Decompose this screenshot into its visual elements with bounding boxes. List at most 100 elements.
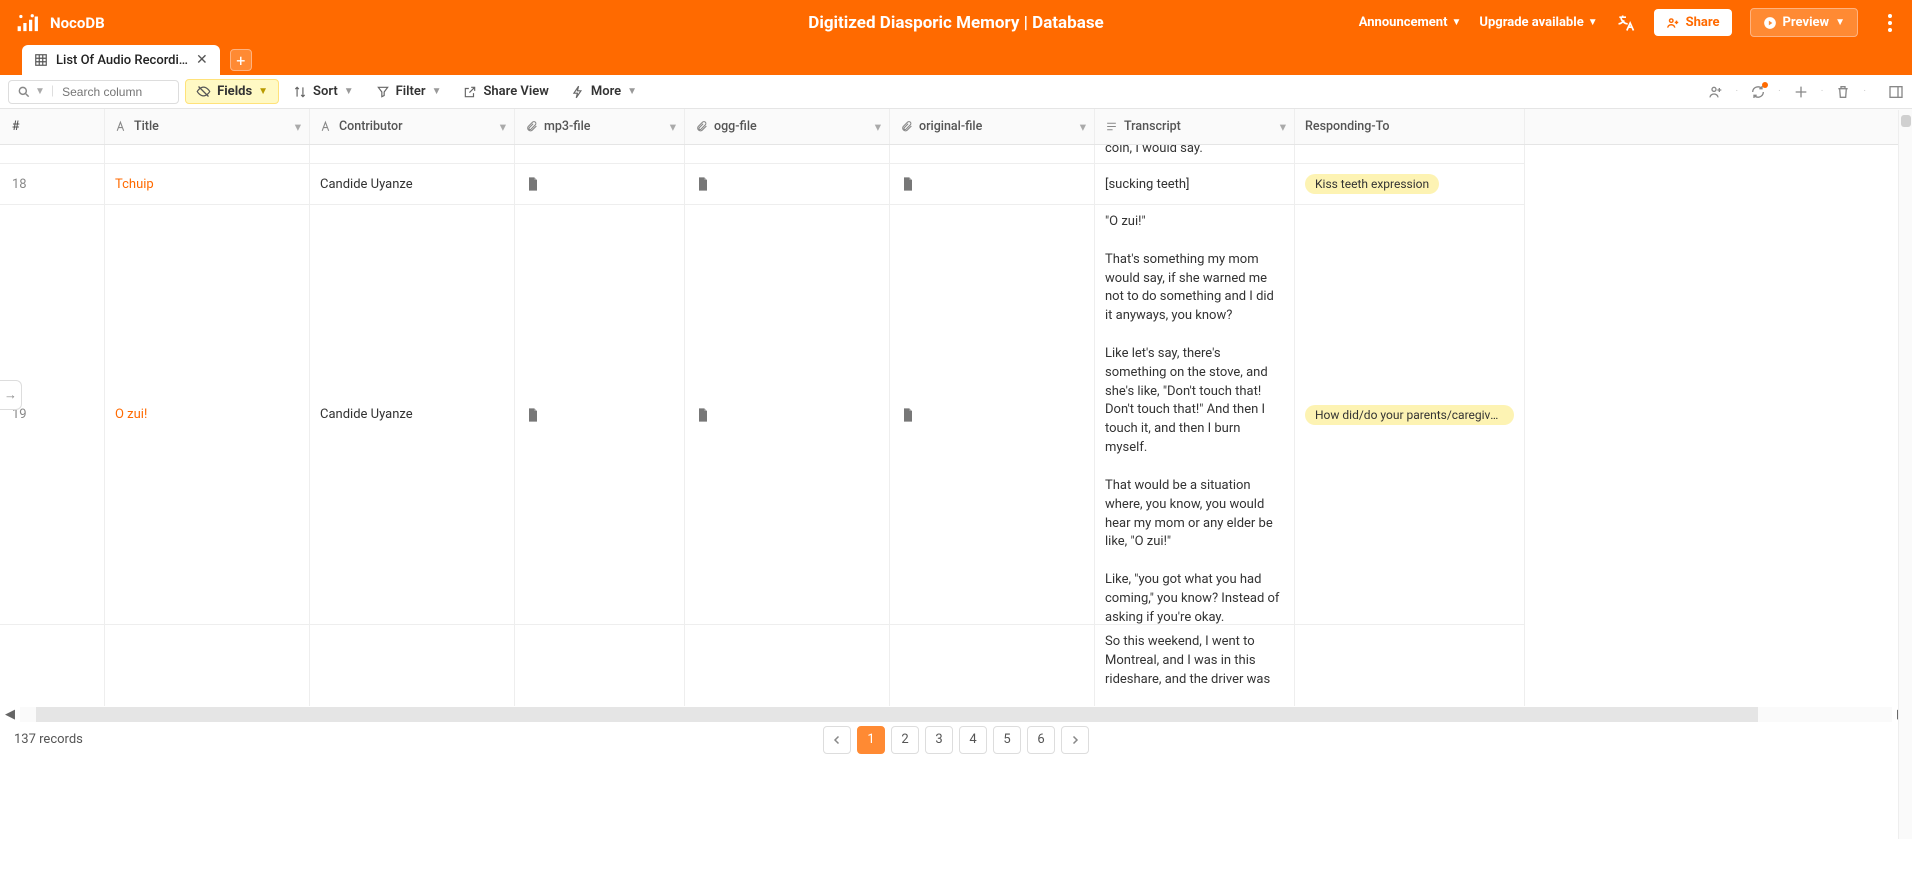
horizontal-scrollbar[interactable]: ◀ ▶ <box>0 706 1912 722</box>
contributor-cell[interactable]: Candide Uyanze <box>310 205 515 625</box>
close-tab-icon[interactable]: ✕ <box>196 52 208 68</box>
header-mp3-file[interactable]: mp3-file▾ <box>515 109 685 144</box>
mp3-cell[interactable] <box>515 205 685 625</box>
prev-page-button[interactable] <box>823 726 851 754</box>
page-3-button[interactable]: 3 <box>925 726 953 754</box>
mp3-cell[interactable] <box>515 164 685 205</box>
tag-pill: How did/do your parents/caregivers/a… <box>1305 405 1514 425</box>
filter-icon <box>376 85 390 99</box>
header-title[interactable]: Title▾ <box>105 109 310 144</box>
expand-sidebar-button[interactable]: → <box>0 380 22 410</box>
search-icon[interactable] <box>17 85 31 99</box>
search-scope-dropdown[interactable]: ▼ <box>35 86 45 97</box>
pagination: 1 2 3 4 5 6 <box>823 726 1089 754</box>
original-cell[interactable] <box>890 164 1095 205</box>
footer-bar: 137 records 1 2 3 4 5 6 <box>0 722 1912 757</box>
external-link-icon <box>463 85 477 99</box>
chevron-down-icon[interactable]: ▾ <box>500 119 506 135</box>
database-title: Digitized Diasporic Memory | Database <box>808 13 1103 33</box>
tag-pill: Kiss teeth expression <box>1305 174 1439 194</box>
attachment-icon <box>900 120 913 133</box>
more-options-icon[interactable] <box>1884 14 1896 32</box>
responding-cell[interactable]: How did/do your parents/caregivers/a… <box>1295 205 1525 625</box>
attachment-icon <box>695 120 708 133</box>
header-transcript[interactable]: Transcript▾ <box>1095 109 1295 144</box>
chevron-down-icon[interactable]: ▾ <box>295 119 301 135</box>
preview-button[interactable]: Preview▼ <box>1750 8 1858 37</box>
filter-button[interactable]: Filter▼ <box>368 80 450 103</box>
eye-off-icon <box>196 84 211 99</box>
users-icon[interactable] <box>1708 84 1724 100</box>
sort-button[interactable]: Sort▼ <box>285 80 362 103</box>
header-responding-to[interactable]: Responding-To <box>1295 109 1525 144</box>
column-header-row: # Title▾ Contributor▾ mp3-file▾ ogg-file… <box>0 109 1912 145</box>
chevron-down-icon[interactable]: ▾ <box>1280 119 1286 135</box>
longtext-icon <box>1105 120 1118 133</box>
scroll-left-icon[interactable]: ◀ <box>0 707 20 722</box>
chevron-down-icon[interactable]: ▾ <box>1080 119 1086 135</box>
file-icon <box>525 405 541 425</box>
table-row[interactable]: coin, I would say. <box>0 145 1525 164</box>
file-icon <box>695 405 711 425</box>
upgrade-menu[interactable]: Upgrade available▼ <box>1479 15 1597 30</box>
add-row-icon[interactable] <box>1793 84 1809 100</box>
tab-title: List Of Audio Recordi… <box>56 53 188 68</box>
table-row[interactable]: 18 Tchuip Candide Uyanze [sucking teeth]… <box>0 164 1525 205</box>
title-cell[interactable]: O zui! <box>105 205 310 625</box>
text-type-icon <box>320 120 333 133</box>
delete-icon[interactable] <box>1835 84 1851 100</box>
brand-name: NocoDB <box>50 14 105 32</box>
contributor-cell[interactable]: Candide Uyanze <box>310 164 515 205</box>
file-icon <box>900 405 916 425</box>
transcript-cell[interactable]: [sucking teeth] <box>1095 164 1295 205</box>
transcript-cell[interactable]: "O zui!" That's something my mom would s… <box>1095 205 1295 625</box>
transcript-cell[interactable]: So this weekend, I went to Montreal, and… <box>1095 625 1295 706</box>
tab-audio-recordings[interactable]: List Of Audio Recordi… ✕ <box>22 45 220 75</box>
chevron-down-icon[interactable]: ▾ <box>875 119 881 135</box>
ogg-cell[interactable] <box>685 164 890 205</box>
brand-group: NocoDB <box>16 12 105 34</box>
page-5-button[interactable]: 5 <box>993 726 1021 754</box>
tab-strip: List Of Audio Recordi… ✕ + <box>0 45 1912 75</box>
file-icon <box>695 174 711 194</box>
ogg-cell[interactable] <box>685 205 890 625</box>
share-button[interactable]: Share <box>1654 9 1732 36</box>
fields-button[interactable]: Fields▼ <box>185 79 279 104</box>
translate-icon[interactable] <box>1616 13 1636 33</box>
announcement-menu[interactable]: Announcement▼ <box>1359 15 1462 30</box>
transcript-cell[interactable]: coin, I would say. <box>1095 145 1295 164</box>
nocodb-logo <box>16 12 42 34</box>
responding-cell[interactable]: Kiss teeth expression <box>1295 164 1525 205</box>
table-row[interactable]: 19 O zui! Candide Uyanze "O zui!" That's… <box>0 205 1525 625</box>
row-number[interactable]: 19 <box>0 205 105 625</box>
text-type-icon <box>115 120 128 133</box>
search-input[interactable] <box>60 83 170 101</box>
row-number[interactable]: 18 <box>0 164 105 205</box>
next-page-button[interactable] <box>1061 726 1089 754</box>
page-2-button[interactable]: 2 <box>891 726 919 754</box>
record-count: 137 records <box>14 732 83 747</box>
reload-icon[interactable] <box>1750 84 1766 100</box>
column-search: ▼ | <box>8 80 179 104</box>
header-row-number[interactable]: # <box>0 109 105 144</box>
more-menu-button[interactable]: More▼ <box>563 80 645 103</box>
title-cell[interactable]: Tchuip <box>105 164 310 205</box>
add-tab-button[interactable]: + <box>230 49 252 71</box>
view-toolbar: ▼ | Fields▼ Sort▼ Filter▼ Share View Mor… <box>0 75 1912 109</box>
header-contributor[interactable]: Contributor▾ <box>310 109 515 144</box>
page-4-button[interactable]: 4 <box>959 726 987 754</box>
toggle-sidebar-icon[interactable] <box>1888 84 1904 100</box>
table-row[interactable]: So this weekend, I went to Montreal, and… <box>0 625 1525 706</box>
sort-icon <box>293 85 307 99</box>
attachment-icon <box>525 120 538 133</box>
chevron-down-icon[interactable]: ▾ <box>670 119 676 135</box>
share-view-button[interactable]: Share View <box>455 80 556 103</box>
header-ogg-file[interactable]: ogg-file▾ <box>685 109 890 144</box>
page-6-button[interactable]: 6 <box>1027 726 1055 754</box>
top-navigation-bar: NocoDB Digitized Diasporic Memory | Data… <box>0 0 1912 45</box>
lightning-icon <box>571 85 585 99</box>
page-1-button[interactable]: 1 <box>857 726 885 754</box>
header-original-file[interactable]: original-file▾ <box>890 109 1095 144</box>
original-cell[interactable] <box>890 205 1095 625</box>
file-icon <box>525 174 541 194</box>
